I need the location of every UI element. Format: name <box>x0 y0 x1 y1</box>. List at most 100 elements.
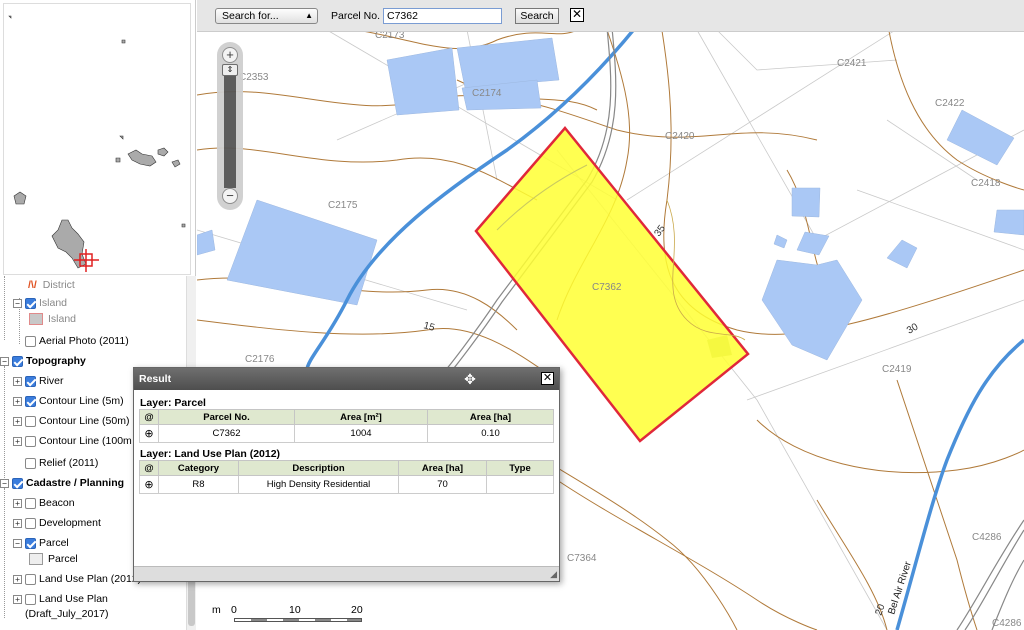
table-row: ⊕ R8 High Density Residential 70 <box>139 475 554 494</box>
tree-label: Topography <box>26 355 86 367</box>
parcel-no-label: Parcel No. <box>331 10 381 22</box>
description-cell: High Density Residential <box>238 475 399 494</box>
tree-item-contour-100m[interactable]: + Contour Line (100m <box>13 432 132 450</box>
map-label-parcel: C4286 <box>992 618 1022 629</box>
search-type-select[interactable]: Search for... ▲ <box>215 8 318 24</box>
search-button[interactable]: Search <box>515 8 559 24</box>
contour-5m-checkbox[interactable] <box>25 395 36 407</box>
island-swatch-icon <box>29 313 43 325</box>
tree-item-river[interactable]: + River <box>13 372 64 390</box>
zoom-slider-track[interactable] <box>224 66 236 188</box>
tree-item-contour-5m[interactable]: + Contour Line (5m) <box>13 392 124 410</box>
expand-icon[interactable]: + <box>13 594 22 604</box>
contour-label: 35 <box>652 223 668 239</box>
zoom-to-cell[interactable]: ⊕ <box>139 475 159 494</box>
map-label-parcel: C7362 <box>592 282 622 293</box>
map-label-parcel: C2175 <box>328 200 358 211</box>
close-icon[interactable]: ✕ <box>541 372 554 385</box>
tree-label: Contour Line (5m) <box>39 395 124 407</box>
collapse-icon[interactable]: − <box>13 298 22 308</box>
map-label-parcel: C2421 <box>837 58 867 69</box>
layer-parcel-title: Layer: Parcel <box>140 397 206 409</box>
land-use-2012-checkbox[interactable] <box>25 573 36 585</box>
overview-islands <box>8 15 186 272</box>
map-label-parcel: C7364 <box>567 553 597 564</box>
zoom-to-icon[interactable]: ⊕ <box>142 478 156 492</box>
column-header: @ <box>139 460 159 476</box>
development-checkbox[interactable] <box>25 517 36 529</box>
tree-item-relief[interactable]: Relief (2011) <box>25 454 98 472</box>
map-label-parcel: C2418 <box>971 178 1001 189</box>
tree-item-cadastre[interactable]: − Cadastre / Planning <box>0 474 124 492</box>
result-title: Result <box>139 373 172 385</box>
zoom-control: + ⇕ − <box>217 42 243 210</box>
land-use-draft-checkbox[interactable] <box>25 593 36 605</box>
relief-checkbox[interactable] <box>25 457 36 469</box>
resize-grip-icon[interactable]: ◢ <box>550 569 557 580</box>
column-header: Area [ha] <box>427 409 554 425</box>
tree-item-aerial-photo[interactable]: Aerial Photo (2011) <box>25 332 129 350</box>
contour-100m-checkbox[interactable] <box>25 435 36 447</box>
plus-icon[interactable]: + <box>222 47 238 63</box>
clear-icon[interactable]: ✕ <box>570 8 584 22</box>
collapse-icon[interactable]: − <box>0 356 9 366</box>
scrollbar-thumb[interactable] <box>188 576 195 626</box>
tree-item-district: /\/ District <box>28 276 75 294</box>
tree-item-topography[interactable]: − Topography <box>0 352 86 370</box>
expand-icon[interactable]: + <box>13 376 22 386</box>
tree-label: Land Use Plan <box>39 593 108 605</box>
type-cell <box>486 475 554 494</box>
map-label-parcel: C2419 <box>882 364 912 375</box>
map-label-parcel: C2176 <box>245 354 275 365</box>
scale-bar-graphic <box>234 618 362 622</box>
collapse-icon[interactable]: − <box>0 478 9 488</box>
map-label-parcel: C2174 <box>472 88 502 99</box>
minus-icon[interactable]: − <box>222 188 238 204</box>
land-use-result-table: @ Category Description Area [ha] Type ⊕ … <box>139 460 554 494</box>
result-titlebar[interactable]: Result <box>134 368 559 390</box>
parcel-result-table: @ Parcel No. Area [m²] Area [ha] ⊕ C7362… <box>139 409 554 443</box>
zoom-to-cell[interactable]: ⊕ <box>139 424 159 443</box>
tree-item-development[interactable]: + Development <box>13 514 101 532</box>
tree-label: Parcel <box>48 553 78 565</box>
expand-icon[interactable]: + <box>13 436 22 446</box>
scale-tick: 10 <box>289 604 301 616</box>
expand-icon[interactable]: + <box>13 518 22 528</box>
expand-icon[interactable]: + <box>13 396 22 406</box>
column-header: Category <box>158 460 239 476</box>
expand-icon[interactable]: + <box>13 574 22 584</box>
expand-icon[interactable]: + <box>13 498 22 508</box>
river-checkbox[interactable] <box>25 375 36 387</box>
contour-50m-checkbox[interactable] <box>25 415 36 427</box>
tree-label: Island <box>48 313 77 325</box>
overview-map[interactable] <box>3 3 191 275</box>
cadastre-checkbox[interactable] <box>12 477 23 489</box>
move-icon[interactable]: ✥ <box>462 371 478 387</box>
expand-icon[interactable]: + <box>13 416 22 426</box>
zoom-to-icon[interactable]: ⊕ <box>142 427 156 441</box>
tree-legend-island: Island <box>29 310 76 328</box>
tree-legend-parcel: Parcel <box>29 550 78 568</box>
collapse-icon[interactable]: − <box>13 538 22 548</box>
table-header: @ Category Description Area [ha] Type <box>139 460 554 476</box>
tree-label: Development <box>39 517 101 529</box>
tree-label: Beacon <box>39 497 75 509</box>
map-label-parcel: C2422 <box>935 98 965 109</box>
tree-item-beacon[interactable]: + Beacon <box>13 494 75 512</box>
contour-label: 15 <box>422 320 436 334</box>
parcel-no-input[interactable] <box>383 8 502 24</box>
aerial-photo-checkbox[interactable] <box>25 335 36 347</box>
island-checkbox[interactable] <box>25 297 36 309</box>
beacon-checkbox[interactable] <box>25 497 36 509</box>
result-popup: Result ✥ ✕ Layer: Parcel @ Parcel No. Ar… <box>133 367 560 582</box>
select-arrows-icon: ▲ <box>305 11 313 20</box>
tree-item-contour-50m[interactable]: + Contour Line (50m) <box>13 412 129 430</box>
topography-checkbox[interactable] <box>12 355 23 367</box>
area-ha-cell: 70 <box>398 475 487 494</box>
parcel-checkbox[interactable] <box>25 537 36 549</box>
tree-item-land-use-2012[interactable]: + Land Use Plan (2012) <box>13 570 141 588</box>
scale-unit: m <box>212 604 221 616</box>
tree-label: Land Use Plan (2012) <box>39 573 142 585</box>
river-east <box>895 338 1024 630</box>
zoom-slider-handle[interactable]: ⇕ <box>222 64 238 76</box>
